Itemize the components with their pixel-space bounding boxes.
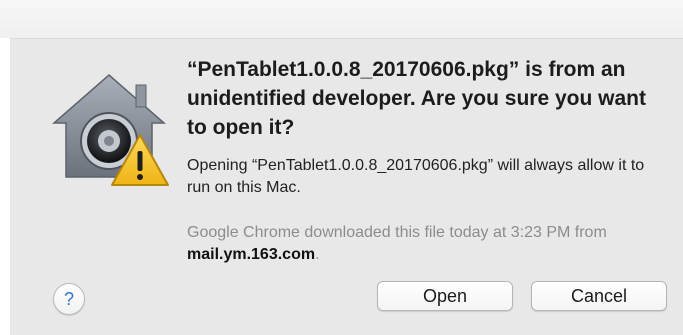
window-titlebar [0,0,683,38]
gatekeeper-warning-icon [44,65,174,195]
cancel-button[interactable]: Cancel [531,281,667,311]
download-source-suffix: . [315,246,320,263]
help-button[interactable]: ? [53,283,85,315]
security-alert-dialog: “PenTablet1.0.0.8_20170606.pkg” is from … [10,38,683,335]
download-source-text: Google Chrome downloaded this file today… [187,222,667,266]
download-source-domain: mail.ym.163.com [187,246,316,263]
download-source-prefix: Google Chrome downloaded this file today… [187,224,607,241]
question-mark-icon: ? [63,289,74,309]
dialog-headline: “PenTablet1.0.0.8_20170606.pkg” is from … [187,58,646,139]
open-button[interactable]: Open [377,281,513,311]
dialog-info-text: Opening “PenTablet1.0.0.8_20170606.pkg” … [187,157,645,196]
